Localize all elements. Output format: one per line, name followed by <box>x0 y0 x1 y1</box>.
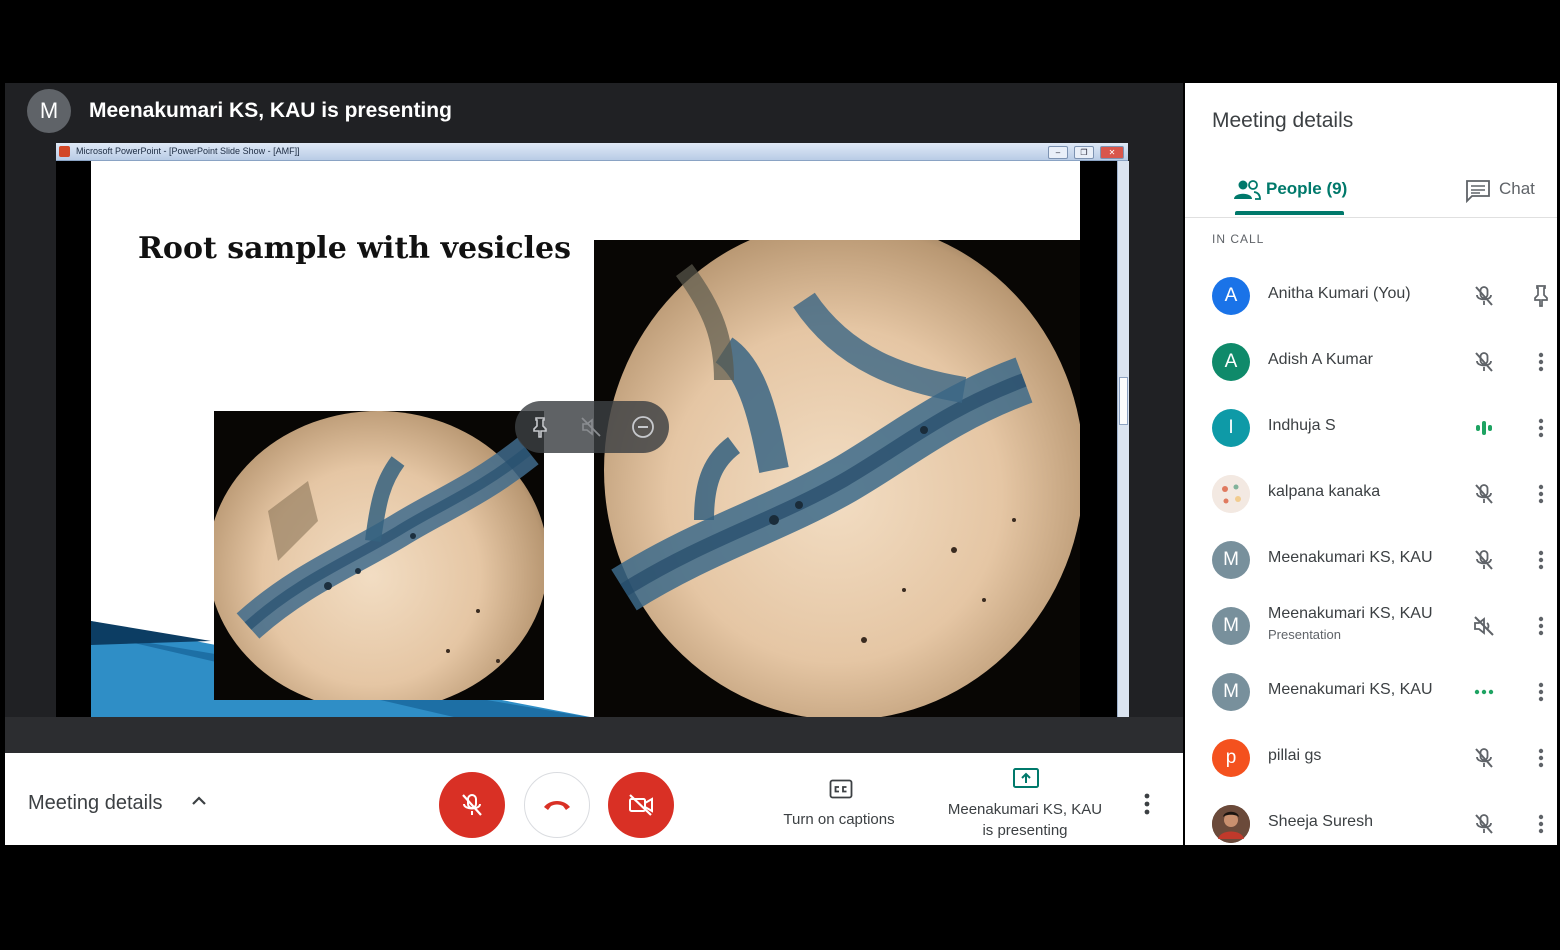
more-options-icon[interactable] <box>1529 811 1553 837</box>
more-options-icon[interactable] <box>1529 349 1553 375</box>
tab-chat[interactable]: Chat <box>1465 173 1545 209</box>
panel-divider <box>1185 217 1557 218</box>
tab-chat-label: Chat <box>1499 179 1535 198</box>
mic-off-icon[interactable] <box>1471 349 1497 375</box>
participant-row[interactable]: A Anitha Kumari (You) <box>1185 263 1557 329</box>
participant-name: Meenakumari KS, KAU <box>1268 549 1433 566</box>
participant-name: Meenakumari KS, KAU <box>1268 681 1433 698</box>
stage-bottom-strip <box>5 717 1183 753</box>
participant-subtitle: Presentation <box>1268 627 1341 642</box>
chat-icon <box>1466 180 1490 203</box>
participant-avatar: I <box>1212 409 1250 447</box>
participant-name: Meenakumari KS, KAU <box>1268 605 1433 622</box>
meeting-details-panel: Meeting details People (9) Chat IN CALL … <box>1185 83 1557 845</box>
microphone-toggle-button[interactable] <box>439 772 505 838</box>
participant-name: Sheeja Suresh <box>1268 813 1373 830</box>
speaking-indicator-icon <box>1471 415 1497 441</box>
restore-icon[interactable]: ❐ <box>1074 146 1094 159</box>
presenter-label: Meenakumari KS, KAU is presenting <box>89 99 452 122</box>
participant-avatar: A <box>1212 277 1250 315</box>
powerpoint-icon <box>59 146 70 157</box>
tile-hover-controls <box>515 401 669 453</box>
call-controls-bar: Meeting details Turn on captions Meenaku… <box>5 753 1183 845</box>
mic-off-icon[interactable] <box>1471 811 1497 837</box>
mic-off-icon[interactable] <box>1471 283 1497 309</box>
participant-name: kalpana kanaka <box>1268 483 1381 500</box>
participant-row[interactable]: M Meenakumari KS, KAU Presentation <box>1185 593 1557 659</box>
pin-icon[interactable] <box>1529 283 1553 309</box>
more-options-icon[interactable] <box>1137 791 1157 817</box>
presenter-header: M Meenakumari KS, KAU is presenting <box>5 83 1183 139</box>
panel-title: Meeting details <box>1212 109 1354 132</box>
present-screen-icon <box>1013 768 1039 788</box>
ppt-scroll-thumb[interactable] <box>1119 377 1128 425</box>
presenting-label-line1: Meenakumari KS, KAU <box>947 801 1103 818</box>
main-stage: M Meenakumari KS, KAU is presenting Micr… <box>5 83 1183 753</box>
participant-row[interactable]: Sheeja Suresh <box>1185 791 1557 845</box>
mic-off-icon[interactable] <box>1471 745 1497 771</box>
mic-off-icon[interactable] <box>1471 481 1497 507</box>
leave-call-button[interactable] <box>524 772 590 838</box>
meeting-details-button[interactable]: Meeting details <box>28 792 163 815</box>
chevron-up-icon[interactable] <box>191 793 207 809</box>
tab-people[interactable]: People (9) <box>1233 173 1348 209</box>
remove-icon[interactable] <box>630 414 656 440</box>
more-options-icon[interactable] <box>1529 547 1553 573</box>
participant-row[interactable]: M Meenakumari KS, KAU <box>1185 527 1557 593</box>
camera-toggle-button[interactable] <box>608 772 674 838</box>
root-microscope-image-large <box>594 240 1080 717</box>
participant-name: pillai gs <box>1268 747 1322 764</box>
closed-captions-icon <box>829 779 853 799</box>
ppt-window-title: Microsoft PowerPoint - [PowerPoint Slide… <box>76 146 300 156</box>
audio-level-icon <box>1471 679 1497 705</box>
participant-row[interactable]: I Indhuja S <box>1185 395 1557 461</box>
presenter-avatar: M <box>27 89 71 133</box>
participant-avatar: M <box>1212 541 1250 579</box>
mic-off-icon <box>462 794 482 816</box>
mute-audio-icon[interactable] <box>578 414 604 440</box>
participant-avatar <box>1212 475 1250 513</box>
more-options-icon[interactable] <box>1529 679 1553 705</box>
participant-avatar: p <box>1212 739 1250 777</box>
presenting-label-line2: is presenting <box>982 822 1068 839</box>
active-tab-indicator <box>1235 211 1344 215</box>
more-options-icon[interactable] <box>1529 415 1553 441</box>
presenting-status-button[interactable]: Meenakumari KS, KAU is presenting <box>935 767 1115 843</box>
slide-title: Root sample with vesicles <box>138 231 572 266</box>
participant-row[interactable]: p pillai gs <box>1185 725 1557 791</box>
more-options-icon[interactable] <box>1529 481 1553 507</box>
captions-label: Turn on captions <box>783 811 895 828</box>
mic-off-icon[interactable] <box>1471 547 1497 573</box>
root-microscope-image-small <box>214 411 544 700</box>
participant-name: Indhuja S <box>1268 417 1336 434</box>
close-icon[interactable]: ✕ <box>1100 146 1124 159</box>
volume-off-icon[interactable] <box>1471 613 1497 639</box>
more-options-icon[interactable] <box>1529 745 1553 771</box>
participant-avatar <box>1212 805 1250 843</box>
ppt-scrollbar[interactable] <box>1117 161 1129 717</box>
in-call-heading: IN CALL <box>1212 232 1265 246</box>
people-icon <box>1234 180 1261 200</box>
participant-avatar: A <box>1212 343 1250 381</box>
participant-row[interactable]: kalpana kanaka <box>1185 461 1557 527</box>
participant-avatar: M <box>1212 607 1250 645</box>
ppt-titlebar: Microsoft PowerPoint - [PowerPoint Slide… <box>56 143 1128 161</box>
captions-button[interactable]: Turn on captions <box>765 777 913 837</box>
tab-people-label: People (9) <box>1266 179 1348 198</box>
more-options-icon[interactable] <box>1529 613 1553 639</box>
presenting-label: Meenakumari KS, KAU is presenting <box>935 799 1115 841</box>
participant-avatar: M <box>1212 673 1250 711</box>
camera-off-icon <box>629 794 653 816</box>
participant-row[interactable]: M Meenakumari KS, KAU <box>1185 659 1557 725</box>
pin-icon[interactable] <box>527 414 553 440</box>
participant-name: Adish A Kumar <box>1268 351 1373 368</box>
participant-row[interactable]: A Adish A Kumar <box>1185 329 1557 395</box>
participant-name: Anitha Kumari (You) <box>1268 285 1411 302</box>
hang-up-icon <box>544 801 570 810</box>
minimize-icon[interactable]: – <box>1048 146 1068 159</box>
